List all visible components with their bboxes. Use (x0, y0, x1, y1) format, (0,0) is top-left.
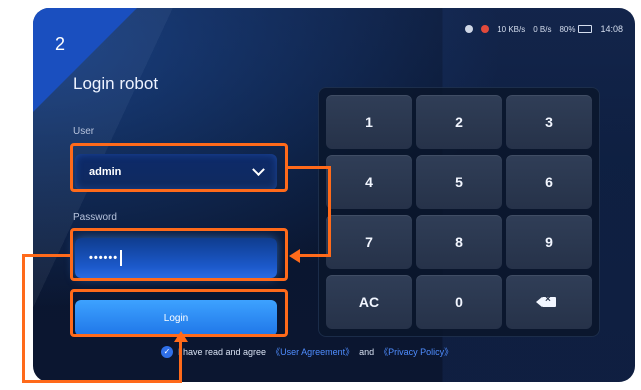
privacy-policy-link[interactable]: 《Privacy Policy》 (379, 345, 453, 358)
highlight-login-button (70, 289, 288, 337)
arrow-up-icon (174, 331, 188, 342)
step-corner-badge (33, 8, 137, 112)
annotation-line (299, 254, 331, 257)
step-number: 2 (55, 34, 66, 54)
key-1[interactable]: 1 (326, 95, 412, 149)
highlight-password-field (70, 228, 288, 281)
agree-checkbox[interactable]: ✓ (161, 345, 173, 358)
annotation-line (22, 254, 70, 257)
key-0[interactable]: 0 (416, 275, 502, 329)
user-label: User (73, 126, 95, 137)
annotation-line (22, 254, 25, 383)
wifi-speed: 0 B/s (533, 24, 552, 34)
key-7[interactable]: 7 (326, 215, 412, 269)
clock: 14:08 (600, 24, 623, 34)
agree-text: I have read and agree (178, 346, 267, 357)
key-8[interactable]: 8 (416, 215, 502, 269)
key-2[interactable]: 2 (416, 95, 502, 149)
and-text: and (359, 346, 375, 357)
notification-icon (465, 25, 474, 33)
arrow-left-icon (289, 249, 300, 263)
key-4[interactable]: 4 (326, 155, 412, 209)
key-3[interactable]: 3 (506, 95, 592, 149)
key-backspace[interactable] (506, 275, 592, 329)
signal-speed: 10 KB/s (497, 24, 526, 34)
alert-icon (481, 25, 490, 33)
backspace-icon (536, 294, 556, 307)
status-bar: 10 KB/s 0 B/s 80% 14:08 (465, 24, 623, 34)
key-clear[interactable]: AC (326, 275, 412, 329)
battery-level: 80% (559, 24, 576, 34)
annotation-line (285, 166, 331, 169)
page-title: Login robot (73, 74, 159, 93)
annotation-line (328, 166, 331, 257)
agreement-row: ✓ I have read and agree 《User Agreement》… (161, 345, 453, 358)
key-6[interactable]: 6 (506, 155, 592, 209)
highlight-user-select (70, 143, 288, 192)
annotation-line (22, 380, 182, 383)
key-5[interactable]: 5 (416, 155, 502, 209)
battery-icon (578, 25, 593, 33)
user-agreement-link[interactable]: 《User Agreement》 (271, 345, 354, 358)
key-9[interactable]: 9 (506, 215, 592, 269)
annotation-line (179, 341, 182, 383)
battery-indicator: 80% (559, 24, 593, 34)
numeric-keypad: 1 2 3 4 5 6 7 8 9 AC 0 (318, 87, 600, 337)
password-label: Password (73, 212, 117, 223)
